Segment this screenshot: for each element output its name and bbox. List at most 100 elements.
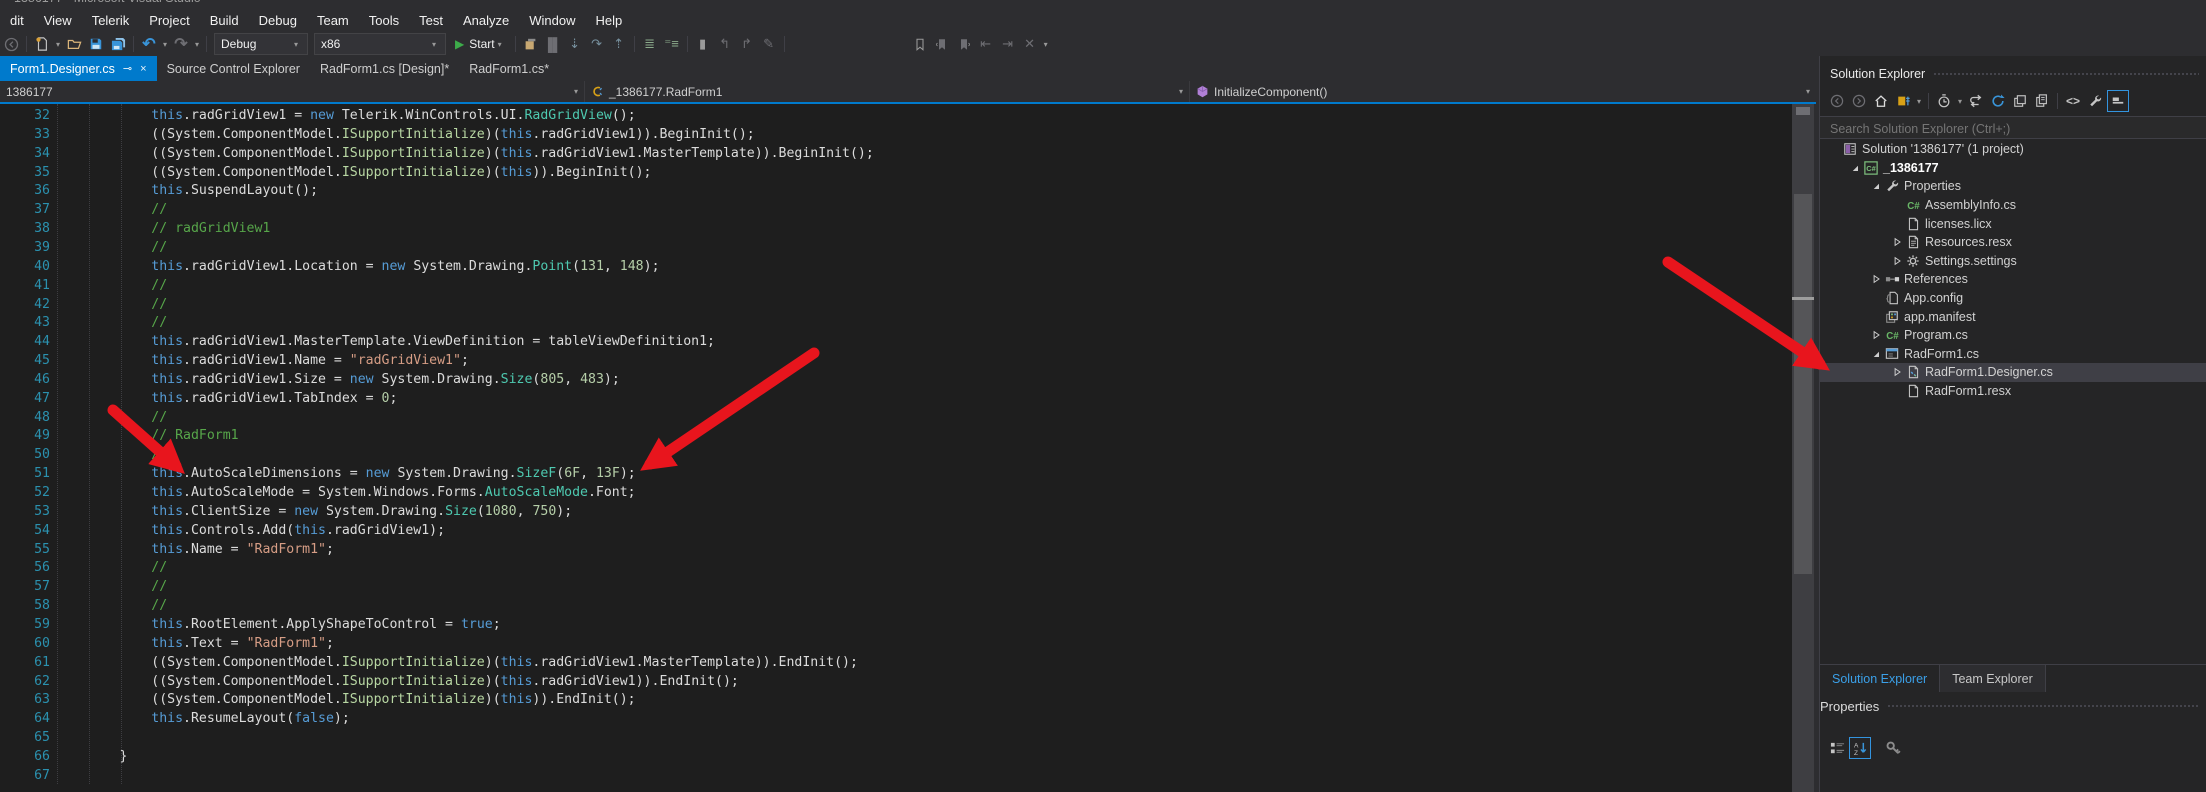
tree-item-radform1-cs[interactable]: RadForm1.cs: [1820, 345, 2206, 364]
menu-item-dit[interactable]: dit: [0, 13, 34, 28]
property-pages-icon[interactable]: [1883, 738, 1903, 758]
menu-item-window[interactable]: Window: [519, 13, 585, 28]
new-project-chevron[interactable]: ▾: [53, 40, 63, 49]
switch-views-icon[interactable]: [1893, 91, 1913, 111]
step-into-icon[interactable]: ⇣: [564, 34, 586, 54]
chevron-expanded-icon[interactable]: [1868, 178, 1884, 194]
nav-forward-icon[interactable]: [1849, 91, 1869, 111]
chevron-expanded-icon[interactable]: [1868, 346, 1884, 362]
tree-item-app-manifest[interactable]: app.manifest: [1820, 307, 2206, 326]
sync-with-active-document-icon[interactable]: [1966, 91, 1986, 111]
tree-item-properties[interactable]: Properties: [1820, 177, 2206, 196]
undo-chevron[interactable]: ▾: [160, 40, 170, 49]
scrollbar-thumb[interactable]: [1794, 194, 1812, 574]
break-all-icon[interactable]: ▐▌: [542, 34, 564, 54]
solution-platform-dropdown[interactable]: x86 ▾: [314, 33, 446, 55]
tab-source-control-explorer[interactable]: Source Control Explorer: [157, 56, 310, 81]
editor-scrollbar[interactable]: [1792, 104, 1814, 792]
tree-item-licenses-licx[interactable]: licenses.licx: [1820, 214, 2206, 233]
menu-item-tools[interactable]: Tools: [359, 13, 409, 28]
menu-item-help[interactable]: Help: [585, 13, 632, 28]
undo-icon[interactable]: ↶: [138, 34, 160, 54]
tree-item-radform1-designer-cs[interactable]: RadForm1.Designer.cs: [1820, 363, 2206, 382]
solution-explorer-header[interactable]: Solution Explorer: [1820, 62, 2206, 86]
next-bookmark-icon[interactable]: [953, 34, 975, 54]
bookmarks-chevron[interactable]: ▾: [1041, 40, 1051, 49]
tree-item-program-cs[interactable]: C# Program.cs: [1820, 326, 2206, 345]
step-over-icon[interactable]: ↷: [586, 34, 608, 54]
menu-item-test[interactable]: Test: [409, 13, 453, 28]
home-icon[interactable]: [1871, 91, 1891, 111]
tree-item-solution-1386177-1-project[interactable]: Solution '1386177' (1 project): [1820, 140, 2206, 159]
chevron-collapsed-icon[interactable]: [1889, 253, 1905, 269]
tree-item-assemblyinfo-cs[interactable]: C# AssemblyInfo.cs: [1820, 196, 2206, 215]
scrollbar-grip[interactable]: [1796, 107, 1810, 115]
breadcrumb-project-dropdown[interactable]: 1386177 ▾: [0, 81, 585, 102]
step-out-icon[interactable]: ⇡: [608, 34, 630, 54]
tab-radform1-cs[interactable]: RadForm1.cs*: [459, 56, 559, 81]
tree-item-radform1-resx[interactable]: RadForm1.resx: [1820, 382, 2206, 401]
chevron-expanded-icon[interactable]: [1847, 160, 1863, 176]
preview-selected-items-icon[interactable]: [2107, 90, 2129, 112]
tab-solution-explorer[interactable]: Solution Explorer: [1820, 665, 1939, 692]
new-project-icon[interactable]: [31, 34, 53, 54]
view-code-icon[interactable]: <>: [2063, 91, 2083, 111]
navigate-forward-icon[interactable]: ↱: [736, 34, 758, 54]
solution-search-box[interactable]: [1820, 116, 2206, 140]
tree-item-references[interactable]: References: [1820, 270, 2206, 289]
clear-bookmarks-icon[interactable]: ✕: [1019, 34, 1041, 54]
find-in-files-icon[interactable]: ▮: [692, 34, 714, 54]
chevron-collapsed-icon[interactable]: [1889, 364, 1905, 380]
tab-team-explorer[interactable]: Team Explorer: [1939, 665, 2046, 692]
show-threads-icon[interactable]: ⁼≡: [661, 34, 683, 54]
save-icon[interactable]: [85, 34, 107, 54]
menu-item-telerik[interactable]: Telerik: [82, 13, 140, 28]
pending-changes-filter-icon[interactable]: [1934, 91, 1954, 111]
prev-bookmark-icon[interactable]: [931, 34, 953, 54]
menu-item-project[interactable]: Project: [139, 13, 199, 28]
refresh-icon[interactable]: [1988, 91, 2008, 111]
pin-icon[interactable]: ⊸: [123, 62, 132, 75]
tree-item-1386177[interactable]: C# _1386177: [1820, 159, 2206, 178]
toggle-bookmark-icon[interactable]: [909, 34, 931, 54]
open-file-icon[interactable]: [63, 34, 85, 54]
tree-item-resources-resx[interactable]: Resources.resx: [1820, 233, 2206, 252]
chevron-collapsed-icon[interactable]: [1868, 271, 1884, 287]
properties-wrench-icon[interactable]: [2085, 91, 2105, 111]
menu-item-team[interactable]: Team: [307, 13, 359, 28]
prev-bookmark-folder-icon[interactable]: ⇤: [975, 34, 997, 54]
comment-icon[interactable]: ✎: [758, 34, 780, 54]
solution-configuration-dropdown[interactable]: Debug ▾: [214, 33, 308, 55]
categorized-icon[interactable]: [1827, 738, 1847, 758]
next-bookmark-folder-icon[interactable]: ⇥: [997, 34, 1019, 54]
nest-related-files-icon[interactable]: [2010, 91, 2030, 111]
attach-process-icon[interactable]: [520, 34, 542, 54]
close-icon[interactable]: ×: [140, 63, 146, 75]
tab-form1-designer-cs[interactable]: Form1.Designer.cs ⊸ ×: [0, 56, 157, 81]
menu-item-analyze[interactable]: Analyze: [453, 13, 519, 28]
alphabetical-sort-icon[interactable]: AZ: [1849, 737, 1871, 759]
properties-header[interactable]: Properties: [1820, 694, 2206, 718]
nav-back-icon[interactable]: [1827, 91, 1847, 111]
save-all-icon[interactable]: [107, 34, 129, 54]
navigate-backward-icon[interactable]: ↰: [714, 34, 736, 54]
start-button[interactable]: ▶ Start ▾: [449, 34, 511, 54]
chevron-collapsed-icon[interactable]: [1889, 234, 1905, 250]
breadcrumb-member-dropdown[interactable]: InitializeComponent() ▾: [1190, 81, 1816, 102]
menu-item-view[interactable]: View: [34, 13, 82, 28]
redo-chevron[interactable]: ▾: [192, 40, 202, 49]
show-output-icon[interactable]: ≣: [639, 34, 661, 54]
pending-changes-chevron[interactable]: ▾: [1955, 97, 1965, 106]
start-chevron[interactable]: ▾: [495, 40, 505, 49]
tab-radform1-cs-design[interactable]: RadForm1.cs [Design]*: [310, 56, 459, 81]
breadcrumb-type-dropdown[interactable]: _1386177.RadForm1 ▾: [585, 81, 1190, 102]
switch-views-chevron[interactable]: ▾: [1914, 97, 1924, 106]
tree-item-settings-settings[interactable]: Settings.settings: [1820, 252, 2206, 271]
search-input[interactable]: [1820, 117, 2204, 140]
menu-item-debug[interactable]: Debug: [249, 13, 307, 28]
redo-icon[interactable]: ↷: [170, 34, 192, 54]
show-all-files-icon[interactable]: [2032, 91, 2052, 111]
nav-backward-icon[interactable]: [0, 34, 22, 54]
chevron-collapsed-icon[interactable]: [1868, 327, 1884, 343]
code-editor[interactable]: 32 this.radGridView1 = new Telerik.WinCo…: [0, 104, 1792, 792]
